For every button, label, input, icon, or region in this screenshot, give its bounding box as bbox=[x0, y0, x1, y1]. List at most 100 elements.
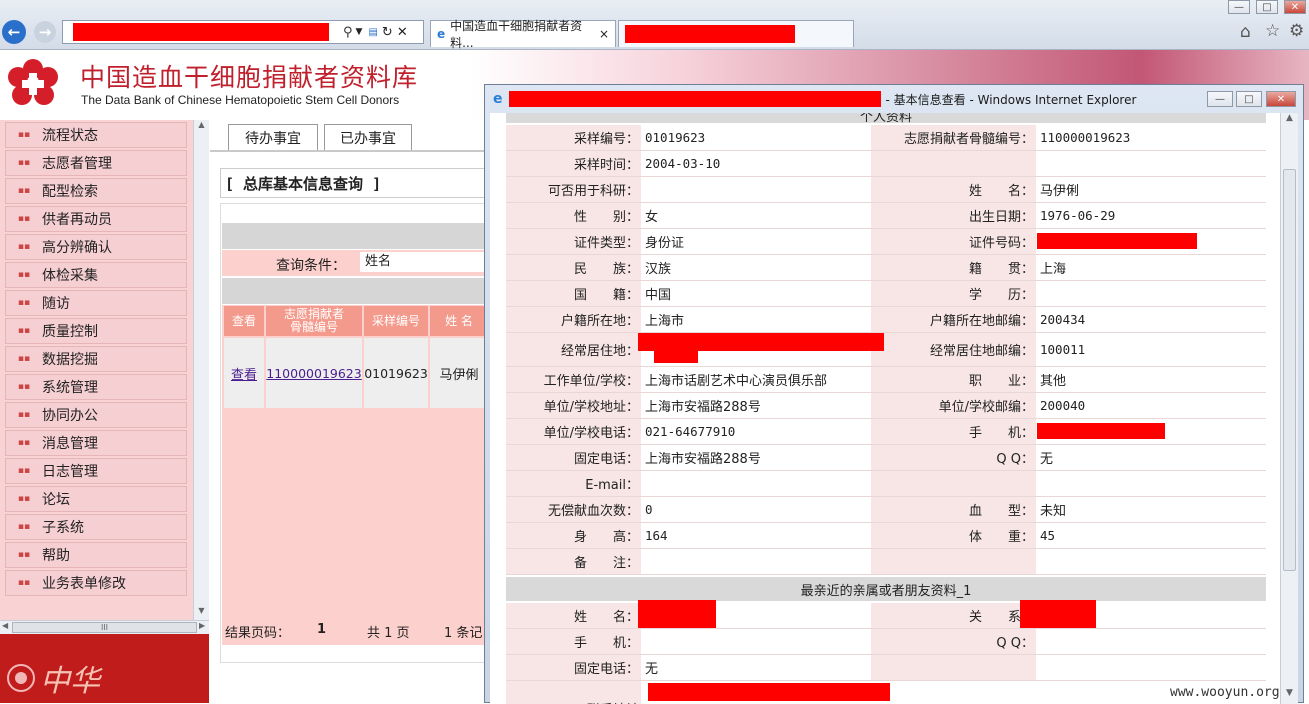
home-icon[interactable]: ⌂ bbox=[1240, 22, 1251, 42]
popup-minimize-button[interactable]: — bbox=[1207, 91, 1233, 107]
contact-label bbox=[871, 655, 1036, 680]
watermark: www.wooyun.org bbox=[1170, 685, 1280, 700]
field-label bbox=[871, 151, 1036, 176]
close-button[interactable]: ✕ bbox=[1284, 0, 1306, 14]
sidebar-item-13[interactable]: ▪▪ 论坛 bbox=[5, 486, 187, 512]
sidebar-item-11[interactable]: ▪▪ 消息管理 bbox=[5, 430, 187, 456]
sidebar-bullet-icon: ▪▪ bbox=[17, 214, 31, 224]
back-icon[interactable]: ← bbox=[2, 20, 26, 44]
sidebar-hscrollbar[interactable]: ◀ III ▶ bbox=[0, 620, 209, 634]
minimize-button[interactable]: — bbox=[1228, 0, 1250, 14]
scroll-right-icon[interactable]: ▶ bbox=[199, 621, 205, 630]
popup-titlebar[interactable]: e - 基本信息查看 - Windows Internet Explorer —… bbox=[485, 85, 1303, 113]
address-bar[interactable]: ⚲ ▼ ▤ ↻ ✕ bbox=[62, 20, 424, 44]
site-title-en: The Data Bank of Chinese Hematopoietic S… bbox=[81, 93, 400, 107]
scroll-down-icon[interactable]: ▼ bbox=[1281, 688, 1298, 704]
field-label bbox=[871, 549, 1036, 574]
sidebar-item-8[interactable]: ▪▪ 数据挖掘 bbox=[5, 346, 187, 372]
forward-icon[interactable]: → bbox=[34, 21, 56, 43]
refresh-icon[interactable]: ↻ bbox=[382, 25, 393, 40]
field-row: 采样时间： 2004-03-10 bbox=[506, 151, 1266, 177]
sidebar-item-label: 体检采集 bbox=[42, 268, 98, 284]
contact-value bbox=[1037, 629, 1266, 654]
field-value bbox=[1037, 549, 1266, 574]
redacted-value bbox=[638, 600, 716, 628]
favorites-icon[interactable]: ☆ bbox=[1265, 21, 1280, 41]
section-personal-title: 个人资料 bbox=[859, 113, 912, 123]
row-name: 马伊俐 bbox=[430, 338, 488, 408]
maximize-button[interactable]: □ bbox=[1256, 0, 1278, 14]
popup-scroll-thumb[interactable] bbox=[1283, 169, 1296, 571]
sidebar-bullet-icon: ▪▪ bbox=[17, 466, 31, 476]
sidebar-item-14[interactable]: ▪▪ 子系统 bbox=[5, 514, 187, 540]
sidebar-item-2[interactable]: ▪▪ 配型检索 bbox=[5, 178, 187, 204]
query-select[interactable]: 姓名 bbox=[360, 252, 488, 272]
sidebar-item-15[interactable]: ▪▪ 帮助 bbox=[5, 542, 187, 568]
tab-close-icon[interactable]: × bbox=[599, 27, 609, 41]
sidebar-item-9[interactable]: ▪▪ 系统管理 bbox=[5, 374, 187, 400]
popup-window: e - 基本信息查看 - Windows Internet Explorer —… bbox=[484, 84, 1304, 704]
field-value: 100011 bbox=[1037, 333, 1266, 366]
dropdown-icon[interactable]: ▼ bbox=[356, 27, 363, 37]
field-value: 164 bbox=[642, 523, 870, 548]
field-value: 45 bbox=[1037, 523, 1266, 548]
scroll-up-icon[interactable]: ▲ bbox=[194, 120, 209, 134]
field-row: 证件类型： 身份证 证件号码： bbox=[506, 229, 1266, 255]
stop-icon[interactable]: ✕ bbox=[397, 25, 408, 40]
compat-view-icon[interactable]: ▤ bbox=[368, 27, 377, 38]
sidebar-item-12[interactable]: ▪▪ 日志管理 bbox=[5, 458, 187, 484]
section-contact-title: 最亲近的亲属或者朋友资料_1 bbox=[800, 583, 972, 599]
gear-icon[interactable]: ⚙ bbox=[1289, 21, 1304, 41]
sidebar-item-label: 子系统 bbox=[42, 520, 84, 536]
sidebar-item-6[interactable]: ▪▪ 随访 bbox=[5, 290, 187, 316]
scroll-up-icon[interactable]: ▲ bbox=[1281, 113, 1298, 129]
field-value: 上海市安福路288号 bbox=[642, 445, 870, 470]
sidebar-item-10[interactable]: ▪▪ 协同办公 bbox=[5, 402, 187, 428]
site-title-cn: 中国造血干细胞捐献者资料库 bbox=[80, 63, 419, 92]
field-row: 身 高： 164 体 重： 45 bbox=[506, 523, 1266, 549]
popup-close-button[interactable]: ✕ bbox=[1266, 91, 1296, 107]
tab-active[interactable]: e 中国造血干细胞捐献者资料... × bbox=[430, 19, 616, 50]
page-total: 共 1 页 bbox=[367, 626, 410, 641]
sidebar-scrollbar[interactable]: ▲ ▼ bbox=[193, 120, 209, 620]
scroll-down-icon[interactable]: ▼ bbox=[194, 606, 209, 620]
page-number[interactable]: 1 bbox=[317, 622, 326, 637]
popup-maximize-button[interactable]: □ bbox=[1236, 91, 1262, 107]
field-label: 姓 名： bbox=[871, 177, 1036, 202]
query-label: 查询条件： bbox=[276, 258, 346, 274]
sidebar-item-label: 配型检索 bbox=[42, 184, 98, 200]
sidebar-item-label: 高分辨确认 bbox=[42, 240, 112, 256]
tab-done[interactable]: 已办事宜 bbox=[324, 124, 412, 151]
hscroll-thumb[interactable]: III bbox=[12, 622, 197, 633]
field-label: 民 族： bbox=[506, 255, 641, 280]
donor-logo-icon bbox=[8, 59, 58, 105]
tab-pending[interactable]: 待办事宜 bbox=[228, 124, 318, 151]
row-view-link[interactable]: 查看 bbox=[224, 338, 264, 408]
sidebar-item-5[interactable]: ▪▪ 体检采集 bbox=[5, 262, 187, 288]
search-icon[interactable]: ⚲ bbox=[343, 25, 353, 40]
field-value: 2004-03-10 bbox=[642, 151, 870, 176]
field-row: 户籍所在地： 上海市 户籍所在地邮编： 200434 bbox=[506, 307, 1266, 333]
scroll-left-icon[interactable]: ◀ bbox=[2, 621, 8, 630]
tab-inactive[interactable] bbox=[618, 20, 854, 47]
field-value bbox=[642, 549, 870, 574]
sidebar-item-1[interactable]: ▪▪ 志愿者管理 bbox=[5, 150, 187, 176]
sidebar-item-7[interactable]: ▪▪ 质量控制 bbox=[5, 318, 187, 344]
field-value bbox=[1037, 151, 1266, 176]
row-sample-no: 01019623 bbox=[364, 338, 428, 408]
field-label: 手 机： bbox=[871, 419, 1036, 444]
popup-scrollbar[interactable]: ▲ ▼ bbox=[1280, 113, 1298, 704]
field-row: 性 别：女出生日期： 1976-06-29 bbox=[506, 203, 1266, 229]
sidebar-item-16[interactable]: ▪▪ 业务表单修改 bbox=[5, 570, 187, 596]
sidebar-bullet-icon: ▪▪ bbox=[17, 186, 31, 196]
sidebar-item-4[interactable]: ▪▪ 高分辨确认 bbox=[5, 234, 187, 260]
field-label: 单位/学校地址： bbox=[506, 393, 641, 418]
query-band-top bbox=[222, 223, 488, 249]
query-band-mid bbox=[222, 278, 488, 304]
sidebar-bullet-icon: ▪▪ bbox=[17, 410, 31, 420]
field-value: 无 bbox=[1037, 445, 1266, 470]
sidebar-item-3[interactable]: ▪▪ 供者再动员 bbox=[5, 206, 187, 232]
sidebar-item-0[interactable]: ▪▪ 流程状态 bbox=[5, 122, 187, 148]
field-value: 1976-06-29 bbox=[1037, 203, 1266, 228]
row-donor-no-link[interactable]: 110000019623 bbox=[266, 338, 362, 408]
